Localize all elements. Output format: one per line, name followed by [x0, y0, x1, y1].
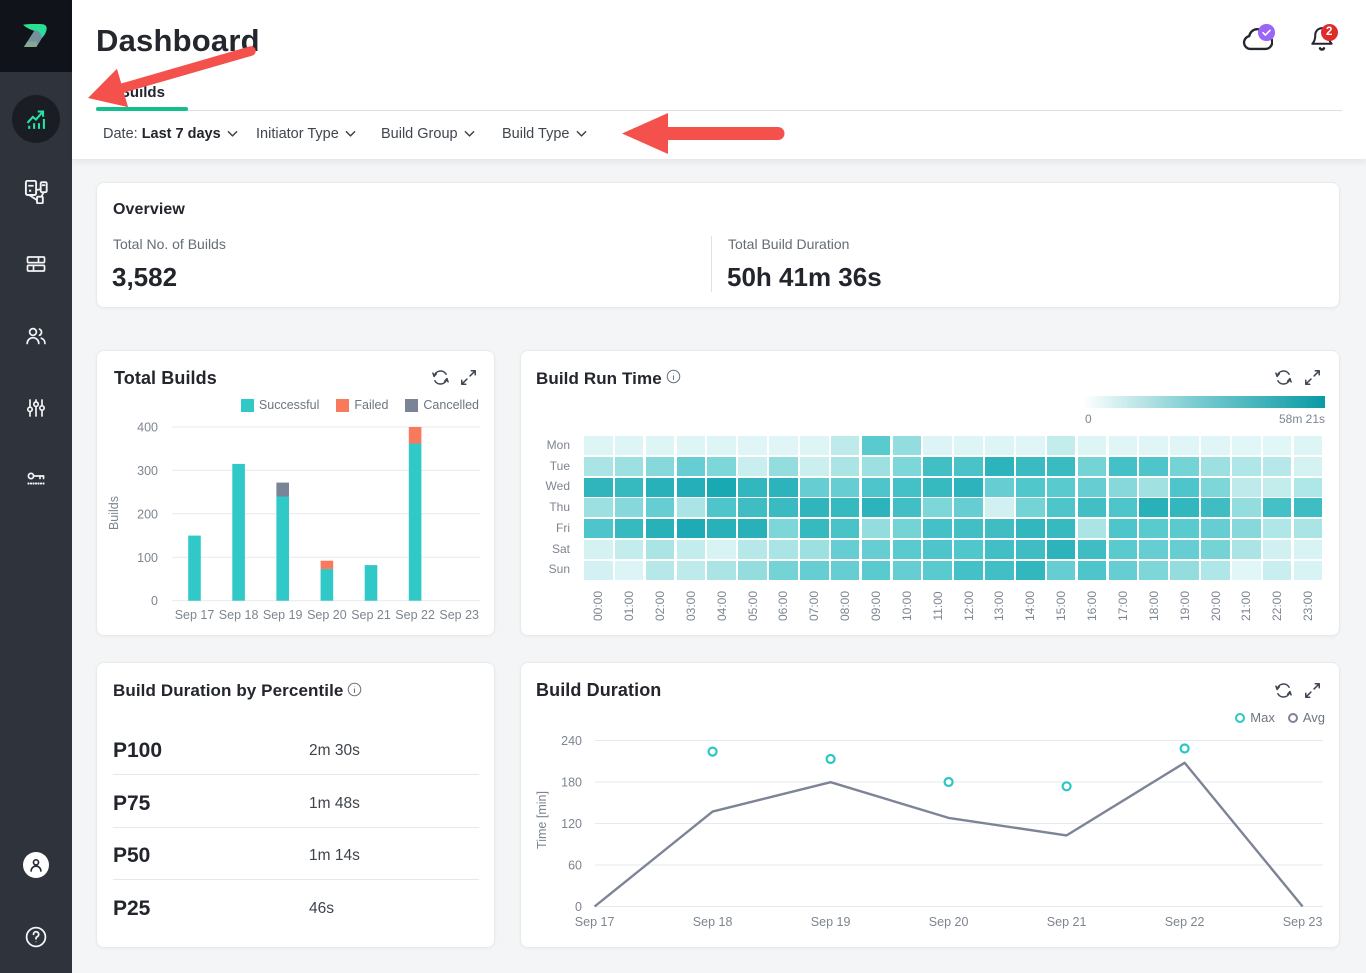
svg-text:Sep 19: Sep 19	[811, 915, 851, 929]
svg-text:240: 240	[561, 734, 582, 748]
svg-text:0: 0	[575, 900, 582, 914]
svg-text:Sep 21: Sep 21	[351, 608, 391, 622]
svg-text:180: 180	[561, 776, 582, 790]
svg-text:200: 200	[137, 507, 158, 521]
svg-text:60: 60	[568, 859, 582, 873]
svg-text:Sep 22: Sep 22	[1165, 915, 1205, 929]
svg-text:Sep 19: Sep 19	[263, 608, 303, 622]
svg-text:400: 400	[137, 421, 158, 435]
svg-text:Builds: Builds	[107, 496, 121, 530]
svg-text:100: 100	[137, 551, 158, 565]
svg-text:Sep 20: Sep 20	[307, 608, 347, 622]
svg-text:Sep 21: Sep 21	[1047, 915, 1087, 929]
svg-text:0: 0	[151, 594, 158, 608]
svg-text:Time [min]: Time [min]	[535, 791, 549, 849]
svg-text:Sep 22: Sep 22	[395, 608, 435, 622]
svg-text:120: 120	[561, 817, 582, 831]
svg-text:Sep 18: Sep 18	[219, 608, 259, 622]
svg-text:Sep 17: Sep 17	[175, 608, 215, 622]
svg-text:Sep 17: Sep 17	[575, 915, 615, 929]
svg-text:Sep 23: Sep 23	[439, 608, 479, 622]
svg-text:Sep 23: Sep 23	[1283, 915, 1323, 929]
svg-text:300: 300	[137, 464, 158, 478]
svg-text:Sep 18: Sep 18	[693, 915, 733, 929]
svg-text:Sep 20: Sep 20	[929, 915, 969, 929]
